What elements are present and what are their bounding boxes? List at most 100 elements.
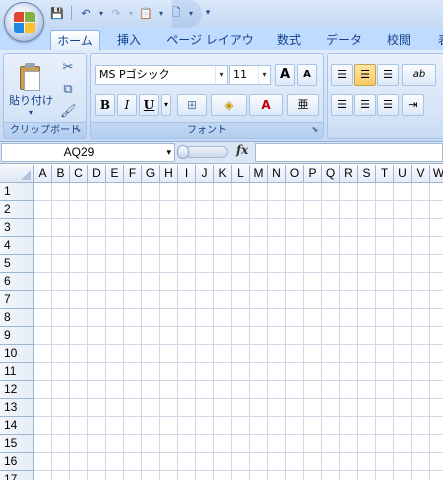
row-header[interactable]: 11: [0, 363, 34, 381]
orientation-button[interactable]: ab: [402, 64, 436, 86]
row-header[interactable]: 7: [0, 291, 34, 309]
fill-color-button[interactable]: ◈: [211, 94, 247, 116]
font-size-select[interactable]: 11 ▾: [229, 65, 271, 85]
row-header[interactable]: 17: [0, 471, 34, 480]
tab-insert[interactable]: 挿入: [108, 30, 150, 50]
row-header[interactable]: 5: [0, 255, 34, 273]
office-button[interactable]: [4, 2, 44, 42]
formula-bar-splitter[interactable]: [184, 146, 228, 158]
column-header[interactable]: R: [340, 165, 358, 183]
column-header[interactable]: U: [394, 165, 412, 183]
cell-grid[interactable]: [34, 183, 443, 480]
select-all-button[interactable]: [0, 165, 34, 183]
column-header[interactable]: K: [214, 165, 232, 183]
column-header[interactable]: C: [70, 165, 88, 183]
bold-button[interactable]: B: [95, 94, 115, 116]
formula-input[interactable]: [255, 143, 443, 162]
copy-icon[interactable]: ⧉: [60, 82, 76, 98]
column-header[interactable]: Q: [322, 165, 340, 183]
paste-special-dropdown-icon[interactable]: ▾: [157, 4, 165, 22]
column-header[interactable]: A: [34, 165, 52, 183]
tab-review[interactable]: 校閲: [380, 30, 418, 50]
save-icon[interactable]: 💾: [48, 4, 66, 22]
new-document-icon[interactable]: 🗋: [167, 4, 185, 22]
column-header[interactable]: W: [430, 165, 443, 183]
row-header[interactable]: 15: [0, 435, 34, 453]
column-header[interactable]: G: [142, 165, 160, 183]
column-header[interactable]: I: [178, 165, 196, 183]
align-left-button[interactable]: ☰: [331, 94, 353, 116]
font-launcher-icon[interactable]: ⬊: [310, 125, 320, 135]
row-header[interactable]: 16: [0, 453, 34, 471]
undo-icon[interactable]: ↶: [77, 4, 95, 22]
align-middle-button[interactable]: ☰: [354, 64, 376, 86]
insert-function-button[interactable]: fx: [236, 143, 248, 157]
customize-qat-icon[interactable]: ▾: [203, 4, 213, 22]
borders-button[interactable]: ⊞: [177, 94, 207, 116]
clipboard-launcher-icon[interactable]: ⬊: [73, 125, 83, 135]
tab-view[interactable]: 表: [432, 30, 443, 50]
row-header[interactable]: 3: [0, 219, 34, 237]
font-name-value: MS Pゴシック: [99, 68, 170, 81]
column-header[interactable]: V: [412, 165, 430, 183]
row-header[interactable]: 1: [0, 183, 34, 201]
undo-dropdown-icon[interactable]: ▾: [97, 4, 105, 22]
tab-home[interactable]: ホーム: [50, 30, 100, 50]
align-bottom-button[interactable]: ☰: [377, 64, 399, 86]
column-header[interactable]: F: [124, 165, 142, 183]
column-header[interactable]: H: [160, 165, 178, 183]
row-header[interactable]: 8: [0, 309, 34, 327]
shrink-font-button[interactable]: A: [297, 64, 317, 86]
row-header[interactable]: 9: [0, 327, 34, 345]
underline-dropdown-icon[interactable]: ▾: [161, 94, 171, 116]
column-header[interactable]: B: [52, 165, 70, 183]
paste-dropdown-icon[interactable]: ▾: [7, 109, 55, 117]
row-header[interactable]: 4: [0, 237, 34, 255]
column-header[interactable]: P: [304, 165, 322, 183]
tab-formulas[interactable]: 数式: [270, 30, 308, 50]
column-header[interactable]: T: [376, 165, 394, 183]
new-document-dropdown-icon[interactable]: ▾: [187, 4, 195, 22]
format-painter-icon[interactable]: 🖌: [60, 104, 77, 120]
row-header[interactable]: 2: [0, 201, 34, 219]
redo-icon[interactable]: ↷: [107, 4, 125, 22]
title-bar: 💾 ↶ ▾ ↷ ▾ 📋 ▾ 🗋 ▾ ▾: [0, 0, 443, 28]
column-header[interactable]: L: [232, 165, 250, 183]
grow-font-button[interactable]: A: [275, 64, 295, 86]
column-header[interactable]: O: [286, 165, 304, 183]
font-group: MS Pゴシック ▾ 11 ▾ A A B I U ▾ ⊞ ◈ A 亜 フォント…: [90, 53, 324, 139]
font-name-select[interactable]: MS Pゴシック ▾: [95, 65, 228, 85]
row-header[interactable]: 10: [0, 345, 34, 363]
column-header[interactable]: D: [88, 165, 106, 183]
decrease-indent-button[interactable]: ⇥: [402, 94, 424, 116]
align-top-button[interactable]: ☰: [331, 64, 353, 86]
tab-data[interactable]: データ: [322, 30, 366, 50]
column-header[interactable]: E: [106, 165, 124, 183]
redo-dropdown-icon[interactable]: ▾: [127, 4, 135, 22]
column-header[interactable]: S: [358, 165, 376, 183]
column-header[interactable]: J: [196, 165, 214, 183]
splitter-knob-icon[interactable]: [177, 145, 189, 159]
column-header[interactable]: N: [268, 165, 286, 183]
alignment-group: ☰ ☰ ☰ ab ☰ ☰ ☰ ⇥: [327, 53, 443, 139]
align-right-button[interactable]: ☰: [377, 94, 399, 116]
align-center-button[interactable]: ☰: [354, 94, 376, 116]
chevron-down-icon[interactable]: ▾: [166, 144, 171, 161]
column-header[interactable]: M: [250, 165, 268, 183]
quick-access-toolbar: 💾 ↶ ▾ ↷ ▾ 📋 ▾ 🗋 ▾ ▾: [48, 4, 213, 22]
paste-icon: [18, 62, 44, 92]
italic-button[interactable]: I: [117, 94, 137, 116]
font-color-button[interactable]: A: [249, 94, 283, 116]
tab-page-layout[interactable]: ページ レイアウト: [164, 30, 256, 67]
row-header[interactable]: 12: [0, 381, 34, 399]
row-header[interactable]: 6: [0, 273, 34, 291]
cut-icon[interactable]: ✂: [60, 60, 76, 76]
name-box[interactable]: AQ29 ▾: [1, 143, 175, 162]
row-header[interactable]: 13: [0, 399, 34, 417]
row-header[interactable]: 14: [0, 417, 34, 435]
paste-special-icon[interactable]: 📋: [137, 4, 155, 22]
underline-button[interactable]: U: [139, 94, 159, 116]
worksheet: ABCDEFGHIJKLMNOPQRSTUVW 1 2 3 4 5 6 7 8 9 10 11 12 1…: [0, 165, 443, 480]
phonetic-guide-button[interactable]: 亜: [287, 94, 319, 116]
paste-button[interactable]: 貼り付け ▾: [7, 58, 55, 120]
